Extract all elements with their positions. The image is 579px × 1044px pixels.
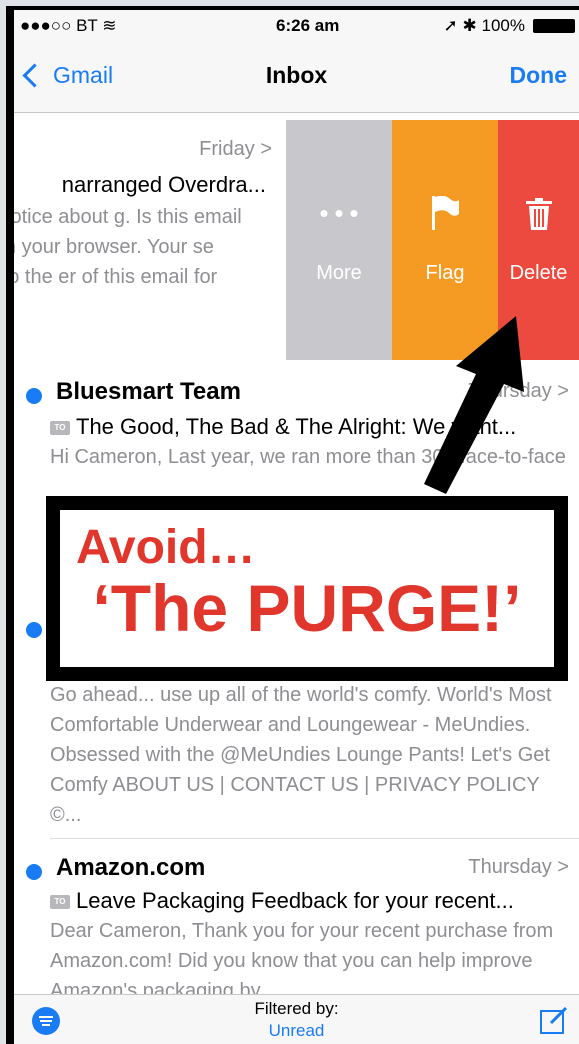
phone-frame: ●●●○○ BT ≋ 6:26 am ➚ ✱ 100% Gmail Inbox … bbox=[6, 6, 579, 1044]
annotation-box: Avoid… ‘The PURGE!’ bbox=[46, 496, 568, 681]
annotation-line-1: Avoid… bbox=[76, 521, 256, 574]
annotation-line-2: ‘The PURGE!’ bbox=[92, 571, 522, 645]
